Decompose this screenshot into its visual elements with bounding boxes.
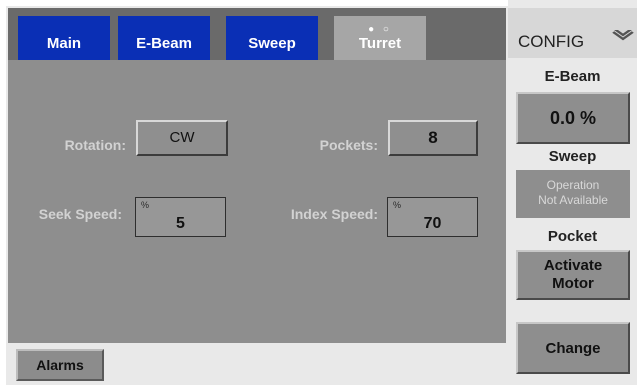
sweep-status-line2: Not Available [538,193,608,207]
ebeam-value-button[interactable]: 0.0 % [516,92,630,144]
seek-speed-field[interactable]: % 5 [135,197,226,237]
index-speed-unit: % [393,200,402,210]
pager-dots: ● ○ [368,24,392,35]
chevron-down-icon[interactable] [612,26,634,47]
pockets-label: Pockets: [319,137,378,153]
tab-turret[interactable]: ● ○ Turret [334,16,426,60]
config-label: CONFIG [518,32,585,51]
index-speed-field[interactable]: % 70 [387,197,478,237]
sweep-heading: Sweep [548,148,597,165]
sweep-status-line1: Operation [546,178,600,192]
tab-main[interactable]: Main [18,16,110,60]
sweep-status: Operation Not Available [516,170,630,218]
rotation-label: Rotation: [64,137,126,153]
activate-line1: Activate [543,257,603,274]
seek-speed-label: Seek Speed: [38,206,122,222]
index-speed-label: Index Speed: [290,206,378,222]
ebeam-value: 0.0 % [549,108,597,128]
seek-speed-value: 5 [176,215,185,232]
activate-line2: Motor [552,275,594,292]
pockets-value: 8 [428,128,438,147]
alarms-button[interactable]: Alarms [16,349,104,381]
tab-ebeam-label: E-Beam [136,35,192,52]
tab-main-label: Main [46,35,82,52]
index-speed-value: 70 [423,215,442,232]
alarms-label: Alarms [36,357,84,373]
ebeam-heading: E-Beam [544,68,601,85]
right-panel: CONFIG E-Beam 0.0 % Sweep Operation Not … [508,0,637,385]
config-header[interactable]: CONFIG [508,8,637,58]
turret-panel: Rotation: CW Pockets: 8 Seek Speed: % 5 … [8,60,506,343]
activate-motor-button[interactable]: Activate Motor [516,250,630,300]
pocket-heading: Pocket [547,228,598,245]
tab-turret-label: Turret [358,35,402,52]
change-label: Change [545,340,601,357]
rotation-value: CW [169,129,195,146]
tab-bar: Main E-Beam Sweep ● ○ Turret [8,8,506,60]
rotation-button[interactable]: CW [136,120,228,156]
tab-ebeam[interactable]: E-Beam [118,16,210,60]
tab-sweep[interactable]: Sweep [226,16,318,60]
pockets-button[interactable]: 8 [388,120,478,156]
seek-speed-unit: % [141,200,150,210]
tab-sweep-label: Sweep [248,35,296,52]
change-button[interactable]: Change [516,322,630,374]
chevron-down-icon-svg [612,27,634,41]
bottom-bar: Alarms [8,343,506,385]
